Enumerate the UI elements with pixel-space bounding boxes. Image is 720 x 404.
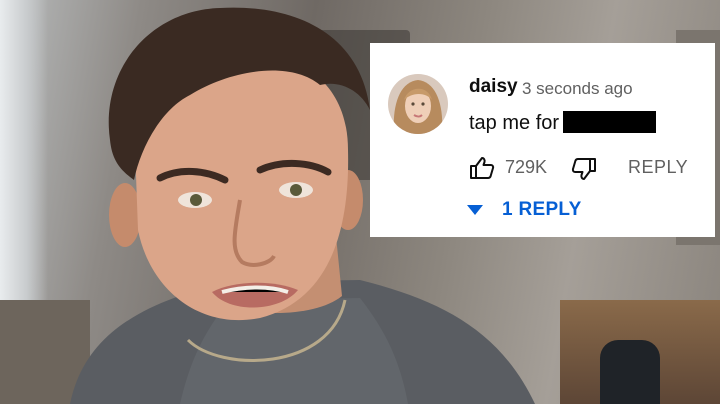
like-count: 729K: [505, 157, 548, 177]
comment-author[interactable]: daisy: [469, 76, 518, 98]
comment-timestamp[interactable]: 3 seconds ago: [522, 79, 633, 99]
thumb-down-icon[interactable]: [571, 157, 597, 181]
background-cloth: [600, 340, 660, 404]
thumb-up-icon[interactable]: [469, 156, 495, 180]
comment-text: tap me for: [469, 112, 560, 134]
comment-card: daisy 3 seconds ago tap me for 729K REPL…: [370, 43, 715, 237]
redaction-bar: [563, 111, 657, 133]
replies-label: 1 REPLY: [502, 199, 582, 220]
caret-down-icon: [467, 205, 483, 215]
reply-button[interactable]: REPLY: [628, 157, 688, 178]
comment-body: tap me for: [469, 111, 657, 135]
view-replies-button[interactable]: 1 REPLY: [467, 198, 582, 222]
avatar[interactable]: [388, 74, 448, 134]
